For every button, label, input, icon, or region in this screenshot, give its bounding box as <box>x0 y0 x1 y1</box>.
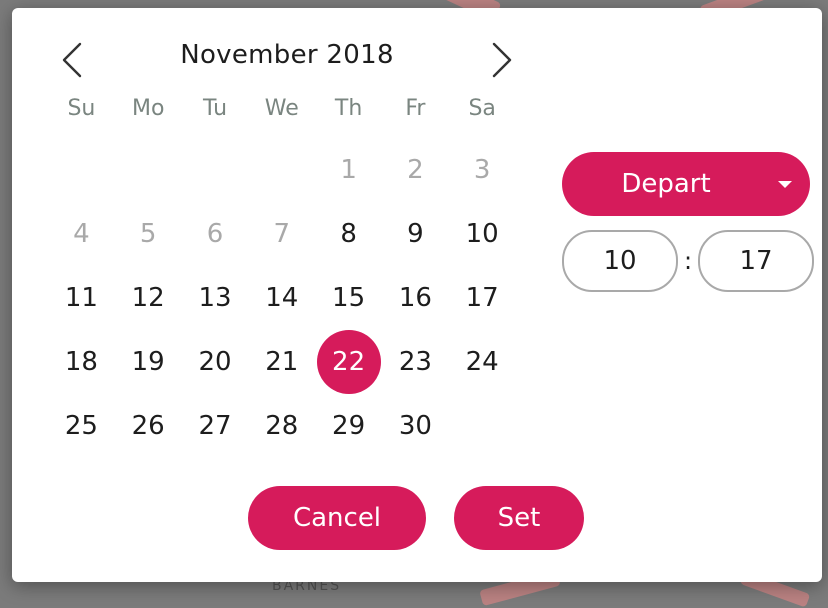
weekday-label: Tu <box>202 96 228 121</box>
day-number: 10 <box>465 219 499 249</box>
day-cell[interactable]: 11 <box>48 266 115 330</box>
hour-input[interactable]: 10 <box>562 230 678 292</box>
day-cell[interactable]: 6 <box>182 202 249 266</box>
day-cell[interactable]: 28 <box>248 394 315 458</box>
day-cell[interactable]: 7 <box>248 202 315 266</box>
day-number: 22 <box>332 347 366 377</box>
set-button[interactable]: Set <box>454 486 584 550</box>
selected-day-cell[interactable]: 22 <box>315 330 382 394</box>
day-number: 24 <box>465 347 499 377</box>
calendar-week-row: 4 5 6 7 8 9 10 <box>48 202 516 266</box>
day-cell[interactable]: 25 <box>48 394 115 458</box>
next-month-button[interactable] <box>482 38 522 82</box>
cancel-button[interactable]: Cancel <box>248 486 426 550</box>
day-cell[interactable]: 27 <box>182 394 249 458</box>
day-number: 5 <box>139 219 157 249</box>
chevron-right-icon <box>492 42 512 78</box>
month-title: November 2018 <box>180 40 394 70</box>
day-cell[interactable]: 5 <box>115 202 182 266</box>
day-cell[interactable]: 18 <box>48 330 115 394</box>
weekday-label: Fr <box>405 96 426 121</box>
calendar-week-row: 1 2 3 <box>48 138 516 202</box>
calendar-week-row: 18 19 20 21 22 23 24 <box>48 330 516 394</box>
day-cell[interactable]: 23 <box>382 330 449 394</box>
weekday-label: We <box>264 96 299 121</box>
time-separator: : <box>683 247 693 275</box>
day-number: 19 <box>131 347 165 377</box>
day-cell[interactable]: 10 <box>449 202 516 266</box>
day-cell[interactable]: 14 <box>248 266 315 330</box>
day-number: 16 <box>398 283 432 313</box>
weekday-label: Su <box>67 96 96 121</box>
day-number: 4 <box>73 219 90 249</box>
day-number: 30 <box>398 411 432 441</box>
time-input-row: 10 : 17 <box>562 230 814 292</box>
day-cell[interactable]: 21 <box>248 330 315 394</box>
day-number: 12 <box>131 283 165 313</box>
caret-down-icon <box>760 180 810 188</box>
day-number: 14 <box>265 283 299 313</box>
date-time-picker-dialog: November 2018 Su Mo Tu We Th Fr Sa 12345… <box>12 8 822 582</box>
day-number: 1 <box>340 155 357 185</box>
day-cell[interactable]: 15 <box>315 266 382 330</box>
calendar-week-row: 11 12 13 14 15 16 17 <box>48 266 516 330</box>
calendar-header: November 2018 <box>52 32 522 88</box>
day-number: 15 <box>332 283 366 313</box>
day-cell[interactable]: 8 <box>315 202 382 266</box>
day-number: 2 <box>407 155 424 185</box>
mode-selected-label: Depart <box>621 169 711 199</box>
day-number: 6 <box>206 219 224 249</box>
day-cell[interactable]: 13 <box>182 266 249 330</box>
day-cell[interactable]: 1 <box>315 138 382 202</box>
day-cell[interactable]: 26 <box>115 394 182 458</box>
weekday-label: Mo <box>131 96 165 121</box>
day-cell[interactable]: 4 <box>48 202 115 266</box>
day-cell[interactable]: 30 <box>382 394 449 458</box>
day-number: 13 <box>198 283 232 313</box>
weekday-header-row: Su Mo Tu We Th Fr Sa <box>48 92 516 126</box>
day-number: 25 <box>64 411 98 441</box>
day-cell[interactable]: 2 <box>382 138 449 202</box>
day-number: 9 <box>407 219 424 249</box>
minute-input[interactable]: 17 <box>698 230 814 292</box>
day-cell[interactable]: 29 <box>315 394 382 458</box>
weekday-label: Th <box>334 96 363 121</box>
day-number: 21 <box>265 347 299 377</box>
day-number: 18 <box>64 347 98 377</box>
day-number: 17 <box>465 283 499 313</box>
day-cell[interactable]: 16 <box>382 266 449 330</box>
day-number: 3 <box>473 155 491 185</box>
day-cell[interactable]: 24 <box>449 330 516 394</box>
calendar-week-row: 25 26 27 28 29 30 <box>48 394 516 458</box>
day-number: 11 <box>64 283 98 313</box>
day-number: 27 <box>198 411 232 441</box>
day-number: 28 <box>265 411 299 441</box>
day-cell[interactable]: 20 <box>182 330 249 394</box>
weekday-label: Sa <box>468 96 496 121</box>
day-number: 29 <box>332 411 366 441</box>
day-cell[interactable]: 19 <box>115 330 182 394</box>
day-cell[interactable]: 12 <box>115 266 182 330</box>
day-cell[interactable]: 17 <box>449 266 516 330</box>
day-number: 7 <box>273 219 291 249</box>
day-number: 26 <box>131 411 165 441</box>
depart-arrive-dropdown[interactable]: Depart <box>562 152 810 216</box>
day-number: 20 <box>198 347 232 377</box>
day-cell[interactable]: 3 <box>449 138 516 202</box>
day-number: 8 <box>340 219 357 249</box>
day-cell[interactable]: 9 <box>382 202 449 266</box>
day-number: 23 <box>398 347 432 377</box>
